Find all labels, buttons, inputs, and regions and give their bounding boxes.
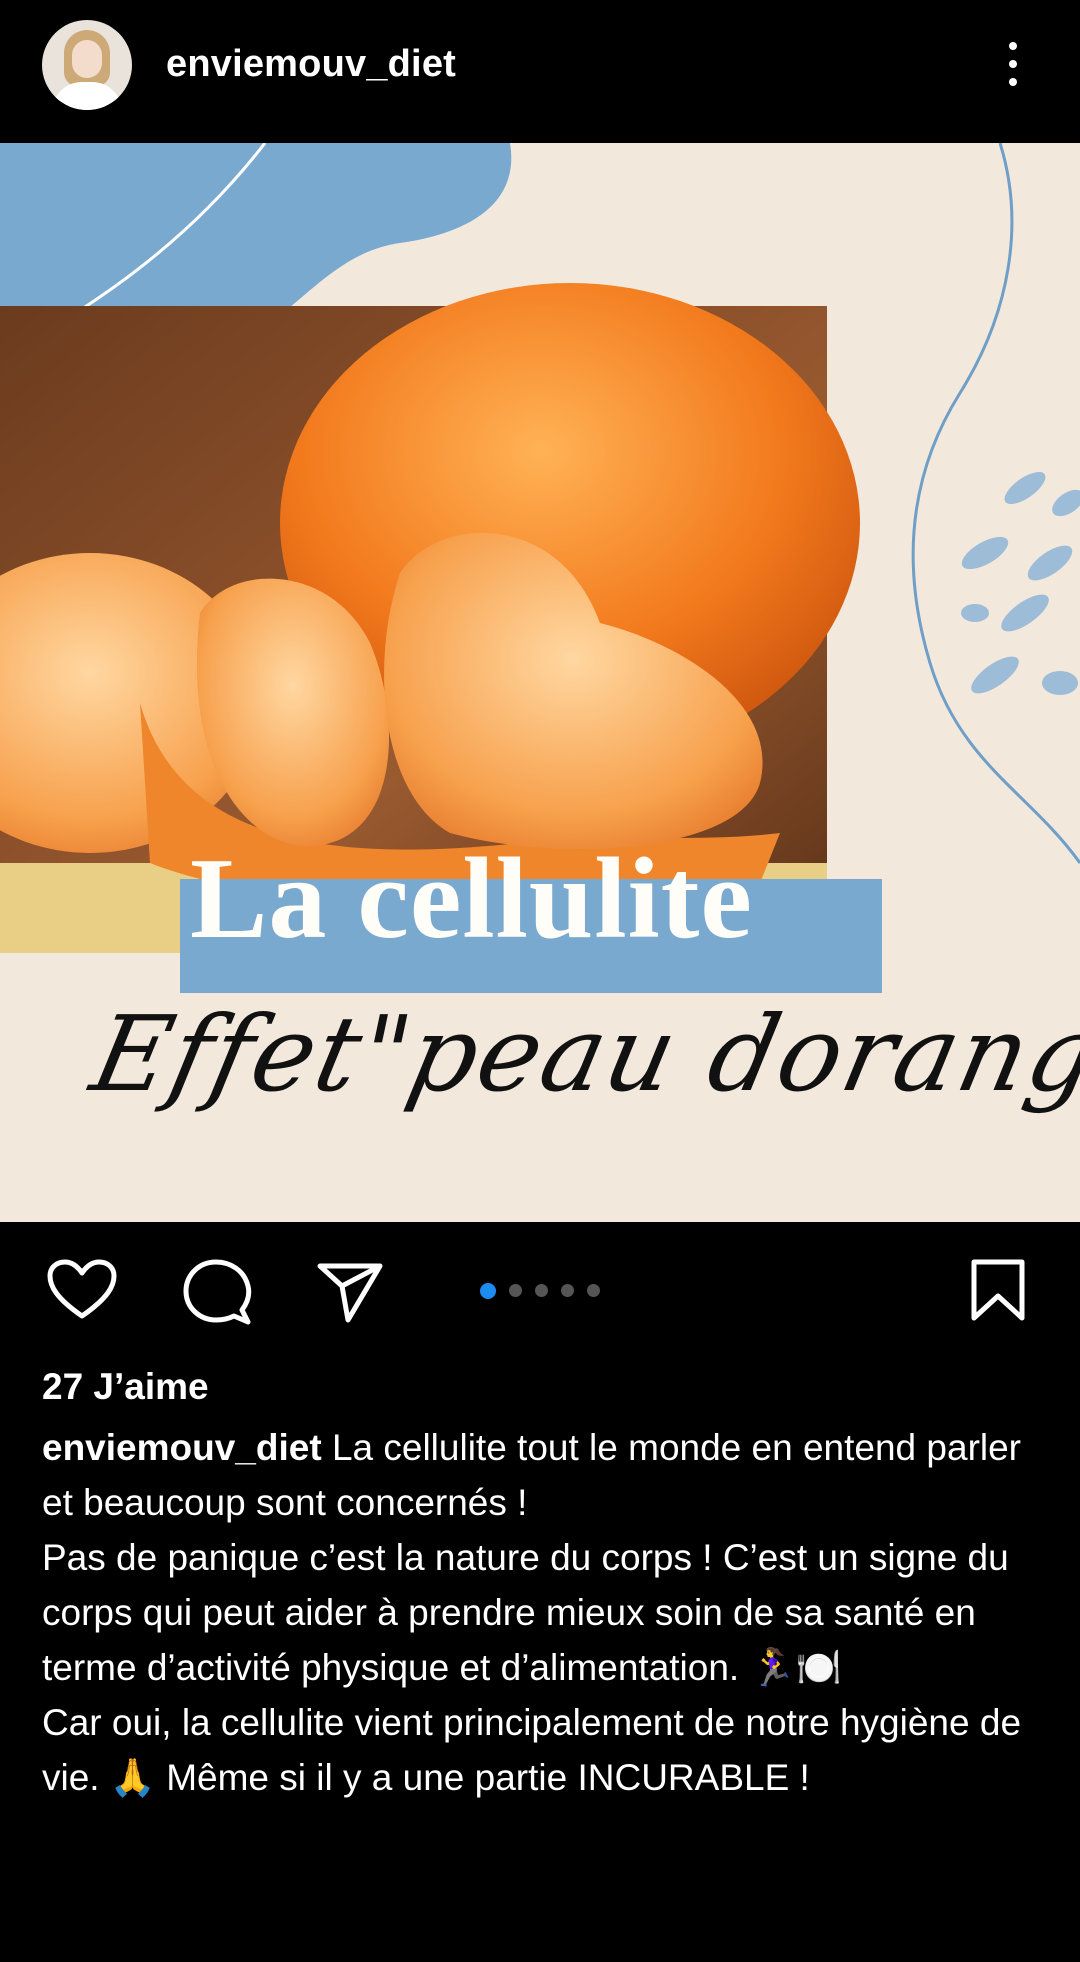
decor-dashes — [961, 471, 1080, 695]
post-caption: enviemouv_diet La cellulite tout le mond… — [42, 1420, 1052, 1805]
carousel-indicator — [480, 1282, 613, 1299]
carousel-dot-5 — [587, 1284, 600, 1298]
post-title: La cellulite — [190, 835, 753, 963]
carousel-dot-4 — [561, 1284, 574, 1298]
caption-username[interactable]: enviemouv_diet — [42, 1427, 322, 1468]
avatar[interactable] — [42, 20, 132, 110]
more-vertical-icon[interactable] — [1000, 38, 1026, 92]
post-subtitle: Effet"peau dorange" — [82, 993, 1080, 1115]
post-header: enviemouv_diet — [0, 0, 1080, 143]
bookmark-icon[interactable] — [968, 1258, 1028, 1322]
caption-line-3: Car oui, la cellulite vient principaleme… — [42, 1702, 1022, 1798]
comment-icon[interactable] — [182, 1258, 252, 1326]
post-image[interactable]: La cellulite Effet"peau dorange" — [0, 143, 1080, 1222]
heart-icon[interactable] — [46, 1258, 118, 1322]
carousel-dot-3 — [535, 1284, 548, 1298]
likes-count[interactable]: 27 J’aime — [42, 1366, 209, 1408]
post-actions — [0, 1222, 1080, 1352]
username[interactable]: enviemouv_diet — [166, 43, 456, 86]
carousel-dot-2 — [509, 1284, 522, 1298]
share-icon[interactable] — [316, 1260, 384, 1324]
carousel-dot-1 — [480, 1282, 496, 1299]
caption-line-2: Pas de panique c’est la nature du corps … — [42, 1537, 1009, 1688]
